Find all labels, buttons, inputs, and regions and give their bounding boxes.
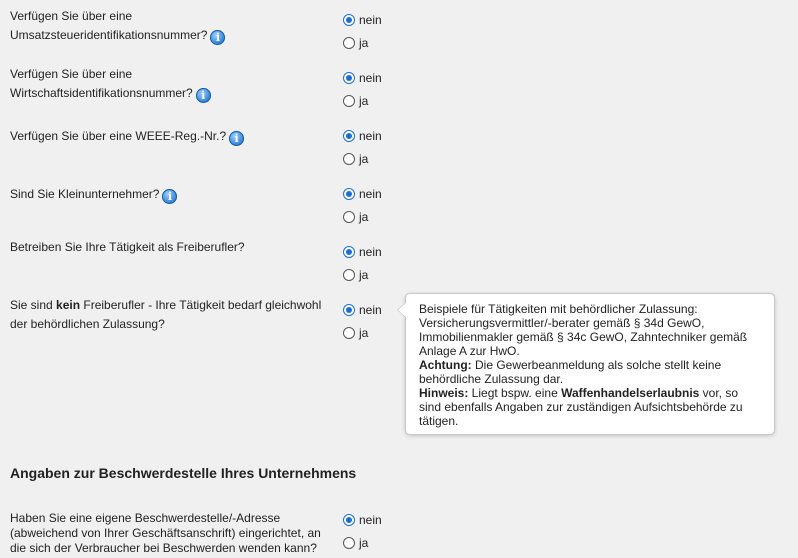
radio-button[interactable] [343, 13, 355, 26]
radio-button[interactable] [343, 36, 355, 49]
radio-button[interactable] [343, 303, 355, 316]
question-label: der behördlichen Zulassung? [10, 317, 165, 331]
question-label: Verfügen Sie über eine [10, 67, 133, 81]
radio-group-ust: nein ja [343, 8, 382, 54]
question-wid: Verfügen Sie über eine Wirtschaftsidenti… [10, 65, 330, 103]
question-klein: Sind Sie Kleinunternehmer? i [10, 185, 330, 204]
radio-group-wid: nein ja [343, 66, 382, 112]
radio-button[interactable] [343, 536, 355, 549]
info-icon[interactable]: i [229, 131, 245, 146]
question-label: Wirtschaftsidentifikationsnummer? [10, 86, 193, 100]
question-weee: Verfügen Sie über eine WEEE-Reg.-Nr.? i [10, 127, 330, 146]
radio-group-zulassung: nein ja [343, 298, 382, 344]
section-heading: Angaben zur Beschwerdestelle Ihres Unter… [10, 465, 357, 481]
radio-button[interactable] [343, 129, 355, 142]
info-icon[interactable]: i [162, 189, 178, 204]
question-label: Verfügen Sie über eine WEEE-Reg.-Nr.? [10, 129, 227, 143]
option-ja[interactable]: ja [343, 205, 382, 228]
option-ja[interactable]: ja [343, 531, 382, 554]
question-label: die sich der Verbraucher bei Beschwerden… [10, 541, 317, 555]
radio-button[interactable] [343, 268, 355, 281]
question-label: Sind Sie Kleinunternehmer? [10, 187, 160, 201]
option-ja[interactable]: ja [343, 89, 382, 112]
question-label: Verfügen Sie über eine [10, 9, 133, 23]
question-label: Sie sind kein Freiberufler - Ihre Tätigk… [10, 298, 322, 312]
option-nein[interactable]: nein [343, 240, 382, 263]
option-nein[interactable]: nein [343, 298, 382, 321]
question-freiberufler: Betreiben Sie Ihre Tätigkeit als Freiber… [10, 238, 330, 257]
question-label: Umsatzsteueridentifikationsnummer? [10, 28, 208, 42]
option-nein[interactable]: nein [343, 8, 382, 31]
radio-button[interactable] [343, 326, 355, 339]
hinweis-note: Hinweis: Liegt bspw. eine Waffenhandelse… [419, 386, 739, 400]
radio-group-klein: nein ja [343, 182, 382, 228]
option-nein[interactable]: nein [343, 66, 382, 89]
question-zulassung: Sie sind kein Freiberufler - Ihre Tätigk… [10, 296, 340, 334]
radio-button[interactable] [343, 210, 355, 223]
question-beschwerdestelle: Haben Sie eine eigene Beschwerdestelle/-… [10, 509, 340, 558]
option-ja[interactable]: ja [343, 263, 382, 286]
radio-button[interactable] [343, 245, 355, 258]
option-nein[interactable]: nein [343, 124, 382, 147]
info-icon[interactable]: i [210, 30, 226, 45]
option-nein[interactable]: nein [343, 508, 382, 531]
radio-button[interactable] [343, 94, 355, 107]
radio-group-freiberufler: nein ja [343, 240, 382, 286]
option-ja[interactable]: ja [343, 147, 382, 170]
info-icon[interactable]: i [195, 88, 211, 103]
radio-button[interactable] [343, 187, 355, 200]
radio-button[interactable] [343, 152, 355, 165]
option-ja[interactable]: ja [343, 321, 382, 344]
radio-button[interactable] [343, 71, 355, 84]
achtung-note: Achtung: Die Gewerbeanmeldung als solche… [419, 358, 722, 372]
zulassung-tooltip: Beispiele für Tätigkeiten mit behördlich… [397, 293, 775, 435]
radio-button[interactable] [343, 513, 355, 526]
radio-group-weee: nein ja [343, 124, 382, 170]
option-ja[interactable]: ja [343, 31, 382, 54]
option-nein[interactable]: nein [343, 182, 382, 205]
question-label: Betreiben Sie Ihre Tätigkeit als Freiber… [10, 240, 245, 254]
radio-group-beschwerdestelle: nein ja [343, 508, 382, 554]
question-ust: Verfügen Sie über eine Umsatzsteuerident… [10, 7, 330, 45]
